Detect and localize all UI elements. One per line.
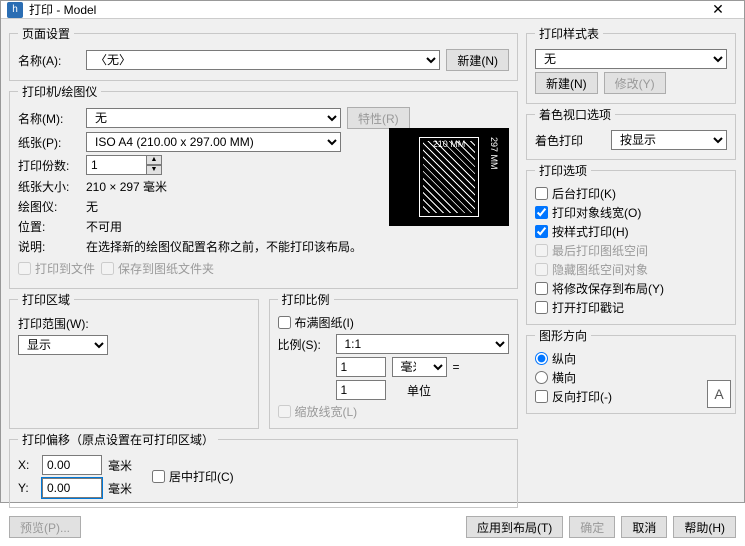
orientation-group: 图形方向 纵向 横向 反向打印(-) A: [526, 327, 736, 414]
opt-hide-check[interactable]: 隐藏图纸空间对象: [535, 261, 727, 278]
y-input[interactable]: [42, 478, 102, 498]
shade-legend: 着色视口选项: [535, 106, 615, 123]
print-options-legend: 打印选项: [535, 162, 591, 179]
ratio-label: 比例(S):: [278, 336, 330, 353]
offset-group: 打印偏移（原点设置在可打印区域） X: 毫米 Y: 毫米: [9, 431, 518, 508]
printer-name-label: 名称(M):: [18, 110, 80, 127]
spin-up-icon[interactable]: ▲: [146, 155, 162, 165]
style-table-legend: 打印样式表: [535, 25, 603, 42]
printer-group: 打印机/绘图仪 名称(M): 无 特性(R) 纸张(P): ISO A4 (21…: [9, 83, 518, 289]
desc-value: 在选择新的绘图仪配置名称之前，不能打印该布局。: [86, 238, 362, 255]
x-unit: 毫米: [108, 457, 132, 474]
page-setup-group: 页面设置 名称(A): 〈无〉 新建(N): [9, 25, 518, 81]
printer-legend: 打印机/绘图仪: [18, 83, 101, 100]
opt-bg-check[interactable]: 后台打印(K): [535, 185, 727, 202]
y-label: Y:: [18, 481, 36, 495]
copies-spinner[interactable]: ▲▼: [86, 155, 162, 175]
paper-preview: 210 MM 297 MM: [389, 128, 509, 226]
print-to-file-check[interactable]: 打印到文件: [18, 260, 95, 277]
fit-paper-check[interactable]: 布满图纸(I): [278, 314, 510, 331]
paper-select[interactable]: ISO A4 (210.00 x 297.00 MM): [86, 132, 341, 152]
style-new-button[interactable]: 新建(N): [535, 72, 598, 94]
print-area-legend: 打印区域: [18, 291, 74, 308]
ratio-select[interactable]: 1:1: [336, 334, 510, 354]
page-name-select[interactable]: 〈无〉: [86, 50, 440, 70]
scale-num1-input[interactable]: [336, 357, 386, 377]
print-scale-legend: 打印比例: [278, 291, 334, 308]
save-to-folder-check[interactable]: 保存到图纸文件夹: [101, 260, 214, 277]
preview-button[interactable]: 预览(P)...: [9, 516, 81, 538]
preview-height-label: 297 MM: [489, 137, 499, 217]
plotter-value: 无: [86, 198, 98, 215]
orientation-icon: A: [707, 380, 731, 408]
equals-label: =: [453, 360, 460, 374]
opt-last-check[interactable]: 最后打印图纸空间: [535, 242, 727, 259]
shade-select[interactable]: 按显示: [611, 130, 727, 150]
printer-prop-button[interactable]: 特性(R): [347, 107, 410, 129]
desc-label: 说明:: [18, 238, 80, 255]
plotter-label: 绘图仪:: [18, 198, 80, 215]
opt-style-check[interactable]: 按样式打印(H): [535, 223, 727, 240]
copies-label: 打印份数:: [18, 157, 80, 174]
paper-label: 纸张(P):: [18, 134, 80, 151]
print-scale-group: 打印比例 布满图纸(I) 比例(S): 1:1 毫米 =: [269, 291, 519, 429]
landscape-radio[interactable]: 横向: [535, 369, 727, 386]
size-label: 纸张大小:: [18, 178, 80, 195]
ok-button[interactable]: 确定: [569, 516, 615, 538]
y-unit: 毫米: [108, 480, 132, 497]
range-select[interactable]: 显示: [18, 335, 108, 355]
range-label: 打印范围(W):: [18, 315, 89, 332]
scale-unit2-label: 单位: [392, 382, 447, 399]
close-icon[interactable]: ✕: [698, 1, 738, 18]
scale-num2-input[interactable]: [336, 380, 386, 400]
window-title: 打印 - Model: [29, 1, 698, 18]
scale-lineweight-check[interactable]: 缩放线宽(L): [278, 403, 510, 420]
opt-stamp-check[interactable]: 打开打印戳记: [535, 299, 727, 316]
location-value: 不可用: [86, 218, 122, 235]
print-area-group: 打印区域 打印范围(W): 显示: [9, 291, 259, 429]
style-table-group: 打印样式表 无 新建(N) 修改(Y): [526, 25, 736, 104]
opt-save-layout-check[interactable]: 将修改保存到布局(Y): [535, 280, 727, 297]
page-setup-legend: 页面设置: [18, 25, 74, 42]
size-value: 210 × 297 毫米: [86, 178, 167, 195]
cancel-button[interactable]: 取消: [621, 516, 667, 538]
scale-unit1-select[interactable]: 毫米: [392, 357, 447, 377]
center-print-check[interactable]: 居中打印(C): [152, 468, 234, 485]
page-new-button[interactable]: 新建(N): [446, 49, 509, 71]
spin-down-icon[interactable]: ▼: [146, 165, 162, 175]
orientation-legend: 图形方向: [535, 327, 591, 344]
x-label: X:: [18, 458, 36, 472]
style-table-select[interactable]: 无: [535, 49, 727, 69]
page-name-label: 名称(A):: [18, 52, 80, 69]
upside-check[interactable]: 反向打印(-): [535, 388, 727, 405]
opt-lw-check[interactable]: 打印对象线宽(O): [535, 204, 727, 221]
copies-input[interactable]: [86, 155, 146, 175]
style-edit-button[interactable]: 修改(Y): [604, 72, 666, 94]
location-label: 位置:: [18, 218, 80, 235]
printer-name-select[interactable]: 无: [86, 108, 341, 128]
print-options-group: 打印选项 后台打印(K) 打印对象线宽(O) 按样式打印(H) 最后打印图纸空间…: [526, 162, 736, 325]
app-icon: h: [7, 2, 23, 18]
portrait-radio[interactable]: 纵向: [535, 350, 727, 367]
shade-label: 着色打印: [535, 132, 605, 149]
shade-group: 着色视口选项 着色打印 按显示: [526, 106, 736, 160]
apply-button[interactable]: 应用到布局(T): [466, 516, 563, 538]
x-input[interactable]: [42, 455, 102, 475]
help-button[interactable]: 帮助(H): [673, 516, 736, 538]
offset-legend: 打印偏移（原点设置在可打印区域）: [18, 431, 218, 448]
